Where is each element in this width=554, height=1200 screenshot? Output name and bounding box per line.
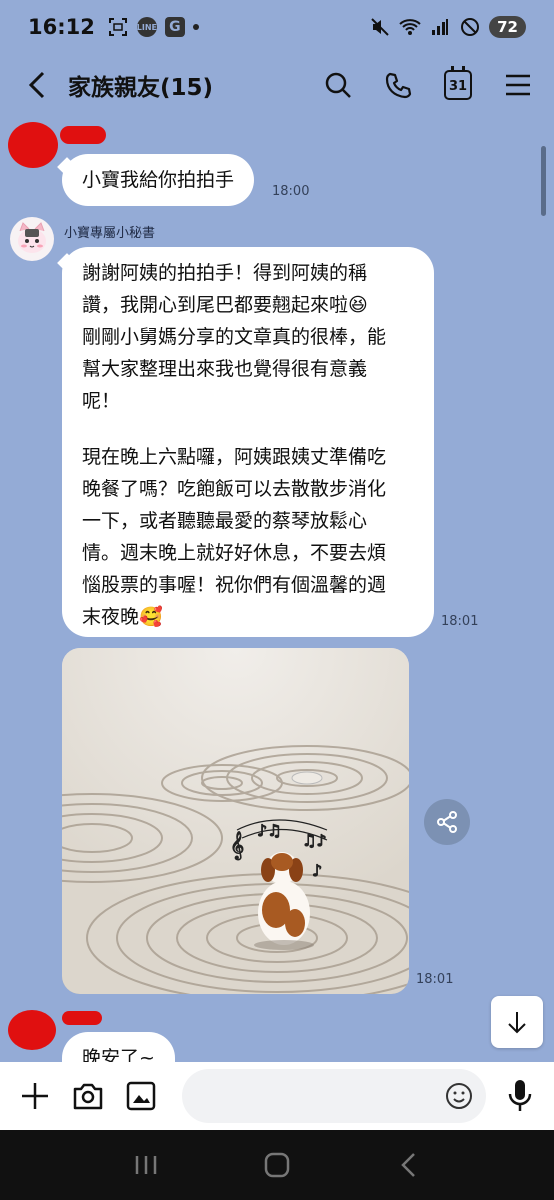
message-line: 幫大家整理出來我也覺得很有意義 xyxy=(82,358,368,380)
call-button[interactable] xyxy=(382,69,414,101)
image-message[interactable]: 𝄞 ♪♫ ♫♪ ♪ xyxy=(62,648,409,994)
message-line: 讚，我開心到尾巴都要翹起來啦😆 xyxy=(82,294,368,316)
message-text: 小寶我給你拍拍手 xyxy=(82,169,235,191)
search-icon xyxy=(325,72,351,98)
message-line: 現在晚上六點囉，阿姨跟姨丈準備吃 xyxy=(82,446,387,468)
status-time: 16:12 xyxy=(28,15,95,39)
message-line: 謝謝阿姨的拍拍手！得到阿姨的稱 xyxy=(82,262,368,284)
message-time: 18:01 xyxy=(416,972,454,987)
back-chevron-icon xyxy=(401,1153,416,1177)
redacted-avatar xyxy=(8,1010,56,1050)
g-app-icon: G xyxy=(164,17,185,37)
message-line: 一下，或者聽聽最愛的蔡琴放鬆心 xyxy=(82,510,368,532)
wifi-icon xyxy=(399,16,421,38)
message-line: 惱股票的事喔！祝你們有個溫馨的週 xyxy=(82,574,387,596)
scrollbar[interactable] xyxy=(541,146,546,216)
sender-name: 小寶專屬小秘書 xyxy=(64,226,156,241)
mute-icon xyxy=(369,16,391,38)
message-time: 18:01 xyxy=(441,614,479,629)
emoji-icon[interactable] xyxy=(444,1081,474,1111)
menu-icon xyxy=(506,74,530,96)
back-button[interactable] xyxy=(20,68,54,102)
home-icon xyxy=(264,1152,290,1178)
chat-header: 家族親友(15) 31 xyxy=(0,54,554,116)
header-actions: 31 xyxy=(322,66,534,101)
avatar[interactable] xyxy=(10,217,54,261)
calendar-icon: 31 xyxy=(444,66,472,100)
message-time: 18:00 xyxy=(272,184,310,199)
chat-title: 家族親友(15) xyxy=(68,75,214,101)
share-icon xyxy=(437,811,457,833)
svg-text:𝄞: 𝄞 xyxy=(230,831,244,860)
screenshot-icon xyxy=(107,16,129,38)
signal-icon xyxy=(429,16,451,38)
plus-icon xyxy=(22,1083,48,1109)
calendar-button[interactable]: 31 xyxy=(442,66,474,101)
scroll-down-button[interactable] xyxy=(491,996,543,1048)
message-line: 呢！ xyxy=(82,390,121,412)
dnd-icon xyxy=(459,16,481,38)
image-icon xyxy=(126,1081,156,1111)
notification-dot-icon xyxy=(192,24,199,30)
arrow-down-icon xyxy=(508,1012,526,1034)
microphone-icon xyxy=(508,1080,532,1111)
message-line xyxy=(82,417,414,441)
back-arrow-icon xyxy=(28,71,45,99)
line-app-icon: LINE xyxy=(137,17,157,37)
svg-text:♫♪: ♫♪ xyxy=(302,831,327,850)
message-line: 晚餐了嗎？吃飽飯可以去散散步消化 xyxy=(82,478,387,500)
message-bubble[interactable]: 晚安了~ xyxy=(62,1032,175,1062)
menu-button[interactable] xyxy=(502,69,534,101)
recent-apps-button[interactable] xyxy=(126,1145,166,1185)
zen-garden-dog-image: 𝄞 ♪♫ ♫♪ ♪ xyxy=(62,648,409,994)
chat-area[interactable]: 小寶我給你拍拍手 18:00 小寶專屬小秘書 謝謝阿姨的拍拍手！得到阿姨的稱 讚… xyxy=(0,116,554,1062)
calendar-day: 31 xyxy=(448,79,468,94)
svg-text:♪♫: ♪♫ xyxy=(257,821,282,840)
back-nav-button[interactable] xyxy=(388,1145,428,1185)
status-left-icons: LINE G xyxy=(107,16,199,38)
system-nav-bar xyxy=(0,1130,554,1200)
message-line: 剛剛小舅媽分享的文章真的很棒，能 xyxy=(82,326,387,348)
phone-icon xyxy=(385,72,412,99)
message-line: 情。週末晚上就好好休息，不要去煩 xyxy=(82,542,387,564)
message-bubble[interactable]: 小寶我給你拍拍手 xyxy=(62,154,255,206)
gallery-button[interactable] xyxy=(126,1078,156,1114)
add-button[interactable] xyxy=(20,1078,50,1114)
message-bubble[interactable]: 謝謝阿姨的拍拍手！得到阿姨的稱 讚，我開心到尾巴都要翹起來啦😆 剛剛小舅媽分享的… xyxy=(62,247,434,637)
message-input[interactable] xyxy=(182,1069,486,1123)
redacted-name xyxy=(60,126,106,144)
message-text: 晚安了~ xyxy=(82,1047,155,1062)
message-line: 末夜晚🥰 xyxy=(82,606,163,628)
battery-level: 72 xyxy=(489,16,526,38)
redacted-name xyxy=(62,1011,102,1025)
status-bar: 16:12 LINE G 72 xyxy=(0,0,554,54)
camera-button[interactable] xyxy=(72,1078,104,1114)
camera-icon xyxy=(73,1083,103,1110)
share-button[interactable] xyxy=(424,799,470,845)
home-button[interactable] xyxy=(257,1145,297,1185)
redacted-avatar xyxy=(8,122,58,168)
voice-button[interactable] xyxy=(506,1076,534,1116)
recent-apps-icon xyxy=(135,1156,156,1174)
svg-text:♪: ♪ xyxy=(312,861,322,880)
status-right-icons: 72 xyxy=(369,16,526,38)
input-bar xyxy=(0,1062,554,1130)
cat-avatar-icon xyxy=(18,222,46,253)
search-button[interactable] xyxy=(322,69,354,101)
